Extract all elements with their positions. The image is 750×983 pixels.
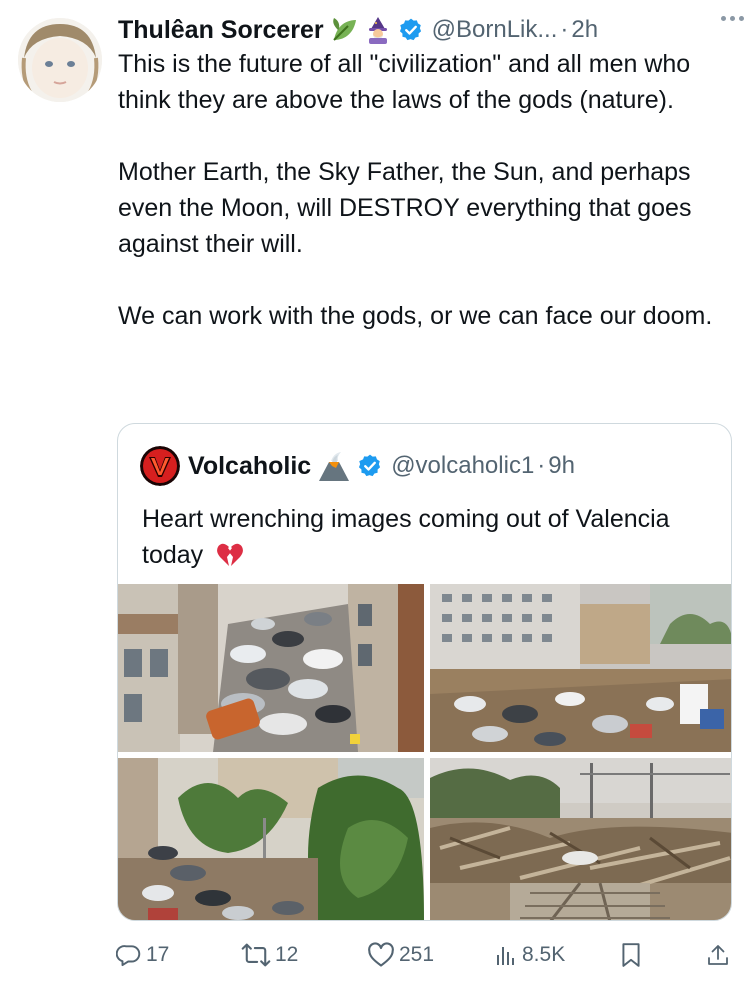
broken-heart-icon <box>216 542 244 578</box>
reply-button[interactable]: 17 <box>116 935 169 975</box>
volcano-icon <box>317 450 351 482</box>
like-count: 251 <box>399 943 435 966</box>
quoted-author-handle[interactable]: @volcaholic1 <box>391 452 534 480</box>
views-button[interactable]: 8.5K <box>494 935 565 975</box>
repost-button[interactable]: 12 <box>241 935 298 975</box>
flood-trees-photo[interactable] <box>118 758 424 920</box>
author-avatar[interactable] <box>18 18 102 102</box>
heart-icon <box>368 942 394 967</box>
flood-plaza-photo[interactable] <box>430 584 731 752</box>
flood-debris-railway-photo[interactable] <box>430 758 731 920</box>
quoted-author-avatar[interactable] <box>140 446 180 486</box>
quoted-tweet-text: Heart wrenching images coming out of Val… <box>142 501 712 578</box>
quoted-author-name[interactable]: Volcaholic <box>188 452 311 481</box>
quoted-tweet-header: Volcaholic @volcaholic1 · 9h <box>140 446 575 486</box>
tweet-text: This is the future of all "civilization"… <box>118 46 730 334</box>
tweet-paragraph: Mother Earth, the Sky Father, the Sun, a… <box>118 158 692 258</box>
more-options-icon[interactable] <box>721 6 744 30</box>
quoted-tweet-card[interactable]: Volcaholic @volcaholic1 · 9h Heart wrenc… <box>117 423 732 921</box>
separator-dot: · <box>560 16 569 43</box>
share-icon <box>708 945 728 965</box>
verified-badge-icon <box>398 17 424 43</box>
mage-icon <box>364 16 392 44</box>
like-button[interactable]: 251 <box>367 935 434 975</box>
tweet-header: Thulêan Sorcerer @BornLik... · 2h <box>118 12 738 48</box>
tweet-paragraph: This is the future of all "civilization"… <box>118 50 691 114</box>
leaf-icon <box>330 16 358 44</box>
view-count: 8.5K <box>522 943 566 966</box>
reply-icon <box>116 945 141 967</box>
bookmark-button[interactable] <box>620 935 642 975</box>
author-name[interactable]: Thulêan Sorcerer <box>118 16 324 45</box>
repost-icon <box>241 943 271 967</box>
share-button[interactable] <box>706 935 730 975</box>
separator-dot: · <box>537 452 546 479</box>
tweet-action-bar: 17 12 251 8.5K <box>116 935 738 975</box>
analytics-icon <box>497 947 514 965</box>
author-handle[interactable]: @BornLik... <box>432 16 558 44</box>
verified-badge-icon <box>357 453 383 479</box>
media-grid <box>118 584 731 920</box>
repost-count: 12 <box>275 943 299 966</box>
bookmark-icon <box>622 943 640 967</box>
tweet-timestamp[interactable]: 2h <box>571 16 598 44</box>
tweet-paragraph: We can work with the gods, or we can fac… <box>118 302 713 330</box>
reply-count: 17 <box>146 943 170 966</box>
quoted-tweet-timestamp[interactable]: 9h <box>548 452 575 480</box>
flood-cars-street-photo[interactable] <box>118 584 424 752</box>
